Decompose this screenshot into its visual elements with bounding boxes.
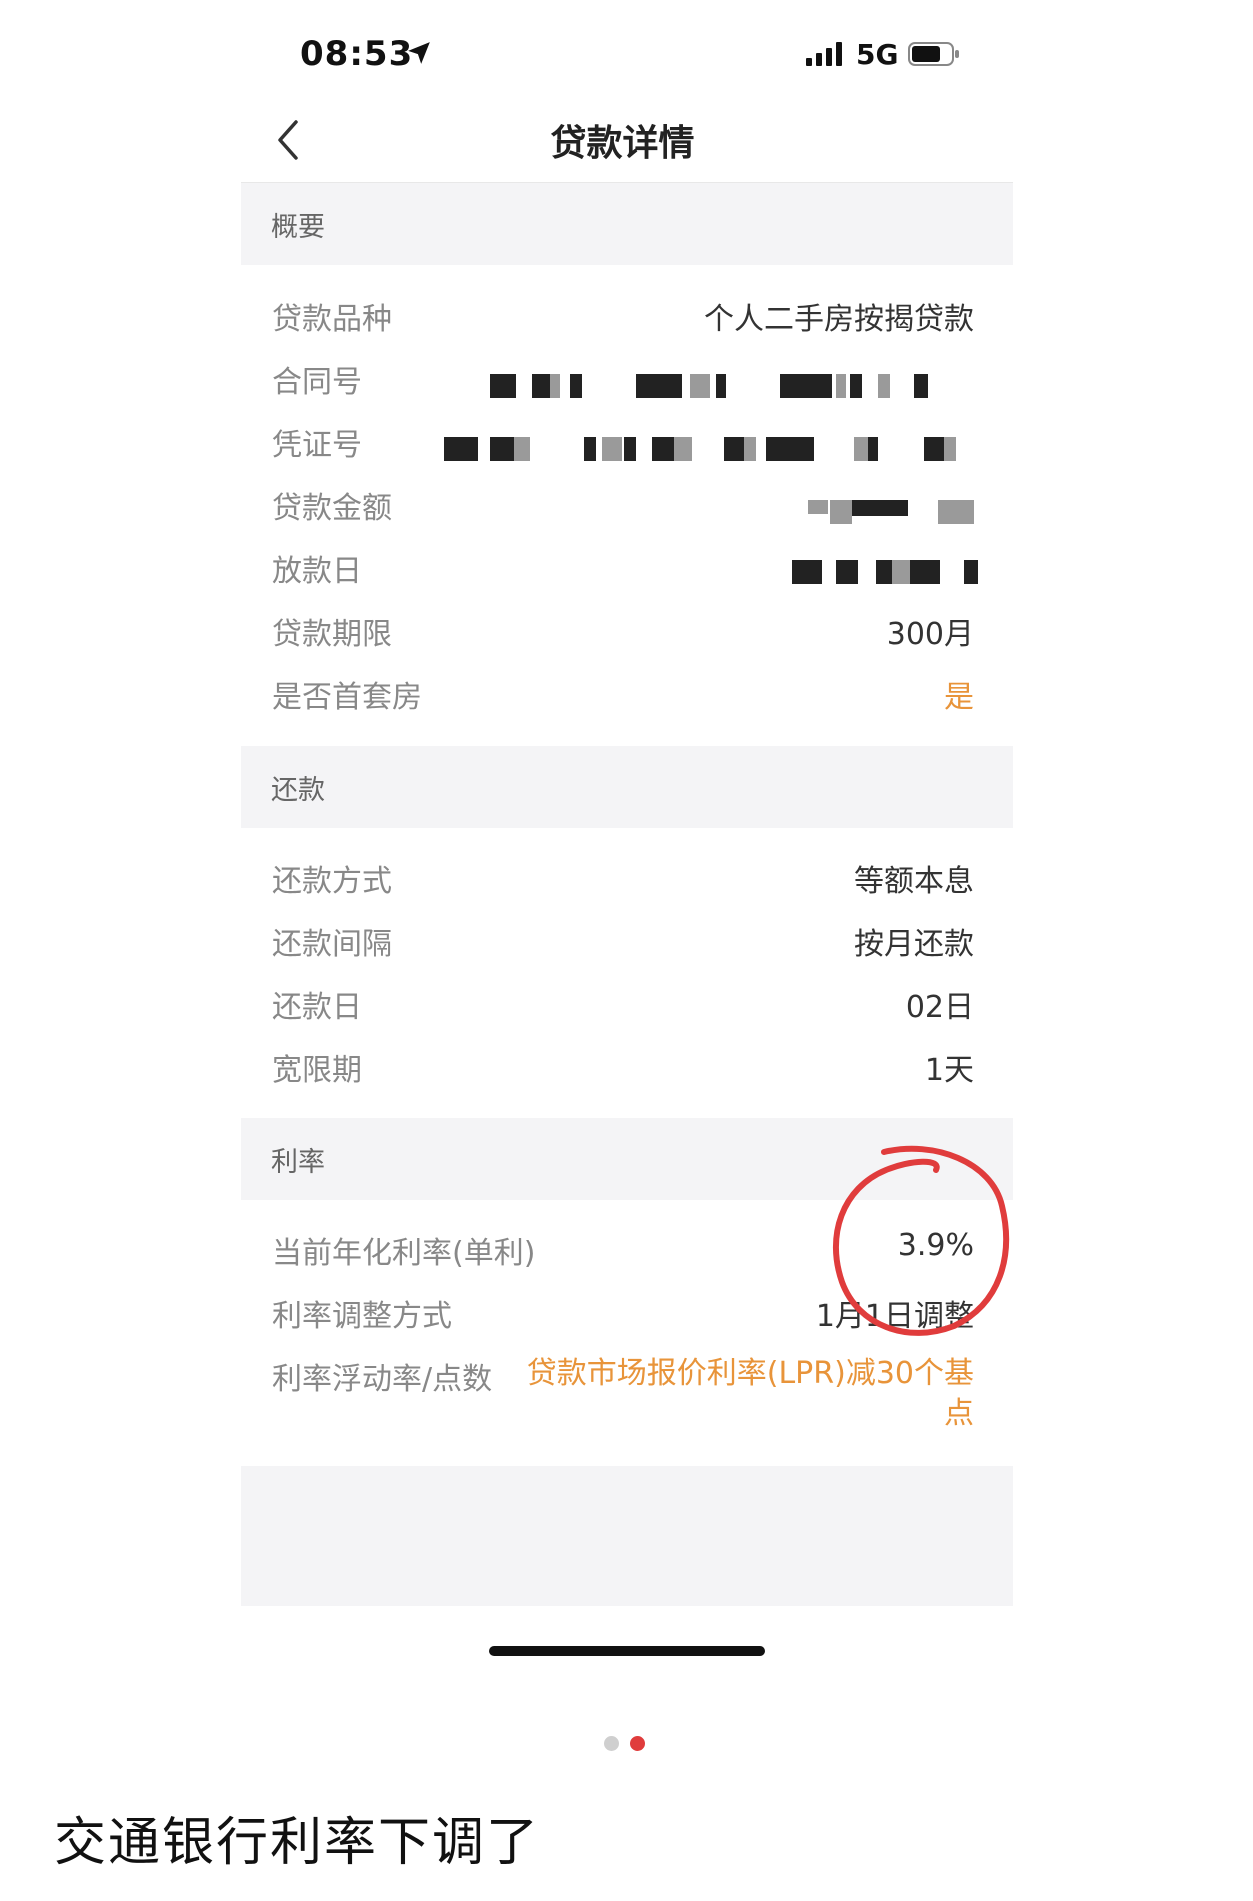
row-loan-term: 贷款期限 300月: [272, 609, 974, 659]
row-label: 当前年化利率(单利): [272, 1236, 536, 1271]
row-label: 还款间隔: [272, 927, 392, 962]
section-header-overview: 概要: [241, 183, 1013, 265]
row-label: 贷款期限: [272, 617, 392, 652]
battery-icon: [908, 42, 959, 66]
row-label: 还款方式: [272, 864, 392, 899]
row-value: 1天: [924, 1053, 974, 1088]
row-label: 利率调整方式: [272, 1299, 452, 1334]
post-caption: 交通银行利率下调了: [54, 1813, 541, 1873]
row-value: 300月: [886, 617, 974, 652]
row-loan-type: 贷款品种 个人二手房按揭贷款: [272, 294, 974, 344]
row-value: 个人二手房按揭贷款: [704, 302, 974, 337]
row-repayment-day: 还款日 02日: [272, 982, 974, 1032]
signal-icon: [806, 42, 842, 66]
pager-dot-active[interactable]: [630, 1736, 645, 1751]
status-time: 08:53: [300, 34, 414, 74]
row-label: 是否首套房: [272, 680, 422, 715]
row-repayment-method: 还款方式 等额本息: [272, 856, 974, 906]
row-value: 按月还款: [854, 927, 974, 962]
row-label: 利率浮动率/点数: [272, 1362, 493, 1397]
section-header-repayment: 还款: [241, 746, 1013, 828]
redacted-loan-amount: [808, 500, 974, 526]
pager-dots: [604, 1736, 654, 1752]
row-repayment-interval: 还款间隔 按月还款: [272, 919, 974, 969]
row-label: 凭证号: [272, 428, 362, 463]
rate-float-value: 贷款市场报价利率(LPR)减30个基点: [526, 1356, 974, 1431]
empty-card: [241, 1466, 1013, 1606]
red-circle-annotation: [832, 1145, 1010, 1336]
first-home-value: 是: [944, 680, 974, 715]
row-grace-period: 宽限期 1天: [272, 1045, 974, 1095]
pager-dot[interactable]: [604, 1736, 619, 1751]
network-type: 5G: [856, 38, 899, 71]
location-arrow-icon: [408, 42, 430, 64]
redacted-disbursement-date: [792, 560, 982, 586]
row-first-home: 是否首套房 是: [272, 672, 974, 722]
page-title: 贷款详情: [550, 123, 695, 164]
row-label: 还款日: [272, 990, 362, 1025]
row-label: 贷款品种: [272, 302, 392, 337]
row-value: 等额本息: [854, 864, 974, 899]
row-label: 贷款金额: [272, 491, 392, 526]
home-indicator[interactable]: [489, 1646, 765, 1656]
redacted-voucher-number: [444, 437, 974, 463]
row-label: 放款日: [272, 554, 362, 589]
redacted-contract-number: [490, 374, 972, 400]
row-value: 02日: [905, 990, 974, 1025]
row-label: 合同号: [272, 365, 362, 400]
row-rate-float: 利率浮动率/点数 贷款市场报价利率(LPR)减30个基点: [272, 1354, 974, 1444]
row-label: 宽限期: [272, 1053, 362, 1088]
